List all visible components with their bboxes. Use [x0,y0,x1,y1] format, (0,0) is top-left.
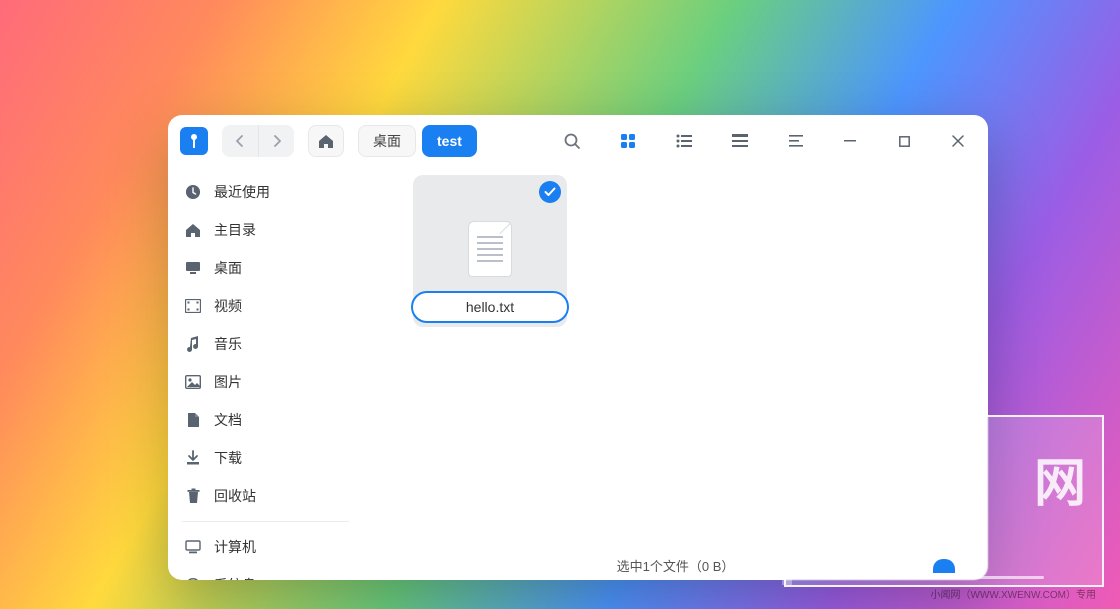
sidebar-item-trash[interactable]: 回收站 [168,477,363,515]
sidebar-item-downloads[interactable]: 下载 [168,439,363,477]
download-icon [184,449,202,467]
file-item[interactable]: hello.txt [413,175,567,327]
sidebar-item-documents[interactable]: 文档 [168,401,363,439]
sidebar-item-computer[interactable]: 计算机 [168,528,363,566]
sidebar-item-label: 视频 [214,296,242,316]
sidebar-item-videos[interactable]: 视频 [168,287,363,325]
sidebar-item-desktop[interactable]: 桌面 [168,249,363,287]
sidebar: 最近使用主目录桌面视频音乐图片文档下载回收站计算机系统盘 [168,167,363,580]
check-icon [539,181,561,203]
sidebar-item-home[interactable]: 主目录 [168,211,363,249]
minimize-button[interactable] [832,125,868,157]
computer-icon [184,538,202,556]
doc-icon [184,411,202,429]
sidebar-item-label: 计算机 [214,537,256,557]
breadcrumb-0[interactable]: 桌面 [358,125,416,157]
menu-button[interactable] [778,125,814,157]
nav-group [222,125,294,157]
trash-icon [184,487,202,505]
home-button[interactable] [308,125,344,157]
toolbar: 桌面test [168,115,988,167]
breadcrumb-1[interactable]: test [422,125,477,157]
desktop-icon [184,259,202,277]
sidebar-item-sysdisk[interactable]: 系统盘 [168,566,363,580]
forward-button[interactable] [258,125,294,157]
view-icons-button[interactable] [610,125,646,157]
file-icon [468,221,512,277]
watermark-side: XWENW.COM [782,417,792,585]
sidebar-item-label: 桌面 [214,258,242,278]
view-detail-button[interactable] [722,125,758,157]
back-button[interactable] [222,125,258,157]
watermark-footer: 小闻网（WWW.XWENW.COM）专用 [930,586,1096,601]
watermark-bar [844,576,1044,579]
sidebar-item-recent[interactable]: 最近使用 [168,173,363,211]
close-button[interactable] [940,125,976,157]
sidebar-item-label: 音乐 [214,334,242,354]
sidebar-item-label: 回收站 [214,486,256,506]
watermark-dot [933,559,955,573]
view-list-button[interactable] [666,125,702,157]
home-icon [184,221,202,239]
sidebar-item-music[interactable]: 音乐 [168,325,363,363]
file-name[interactable]: hello.txt [411,291,569,323]
sidebar-item-label: 系统盘 [214,575,256,580]
sidebar-item-label: 文档 [214,410,242,430]
sidebar-item-label: 图片 [214,372,242,392]
watermark-url: XWENW.COM [816,539,1072,551]
video-icon [184,297,202,315]
sidebar-item-label: 最近使用 [214,182,270,202]
maximize-button[interactable] [886,125,922,157]
music-icon [184,335,202,353]
status-text: 选中1个文件（0 B） [617,556,735,575]
sidebar-item-label: 主目录 [214,220,256,240]
sidebar-item-pictures[interactable]: 图片 [168,363,363,401]
image-icon [184,373,202,391]
search-button[interactable] [554,125,590,157]
app-logo[interactable] [180,127,208,155]
disk-icon [184,576,202,580]
watermark-overlay: XWENW.COM 小 闻 网 XWENW.COM 小闻网（WWW.XWENW.… [784,415,1104,587]
watermark-glyphs: 小 闻 网 [816,441,1088,516]
clock-icon [184,183,202,201]
sidebar-item-label: 下载 [214,448,242,468]
